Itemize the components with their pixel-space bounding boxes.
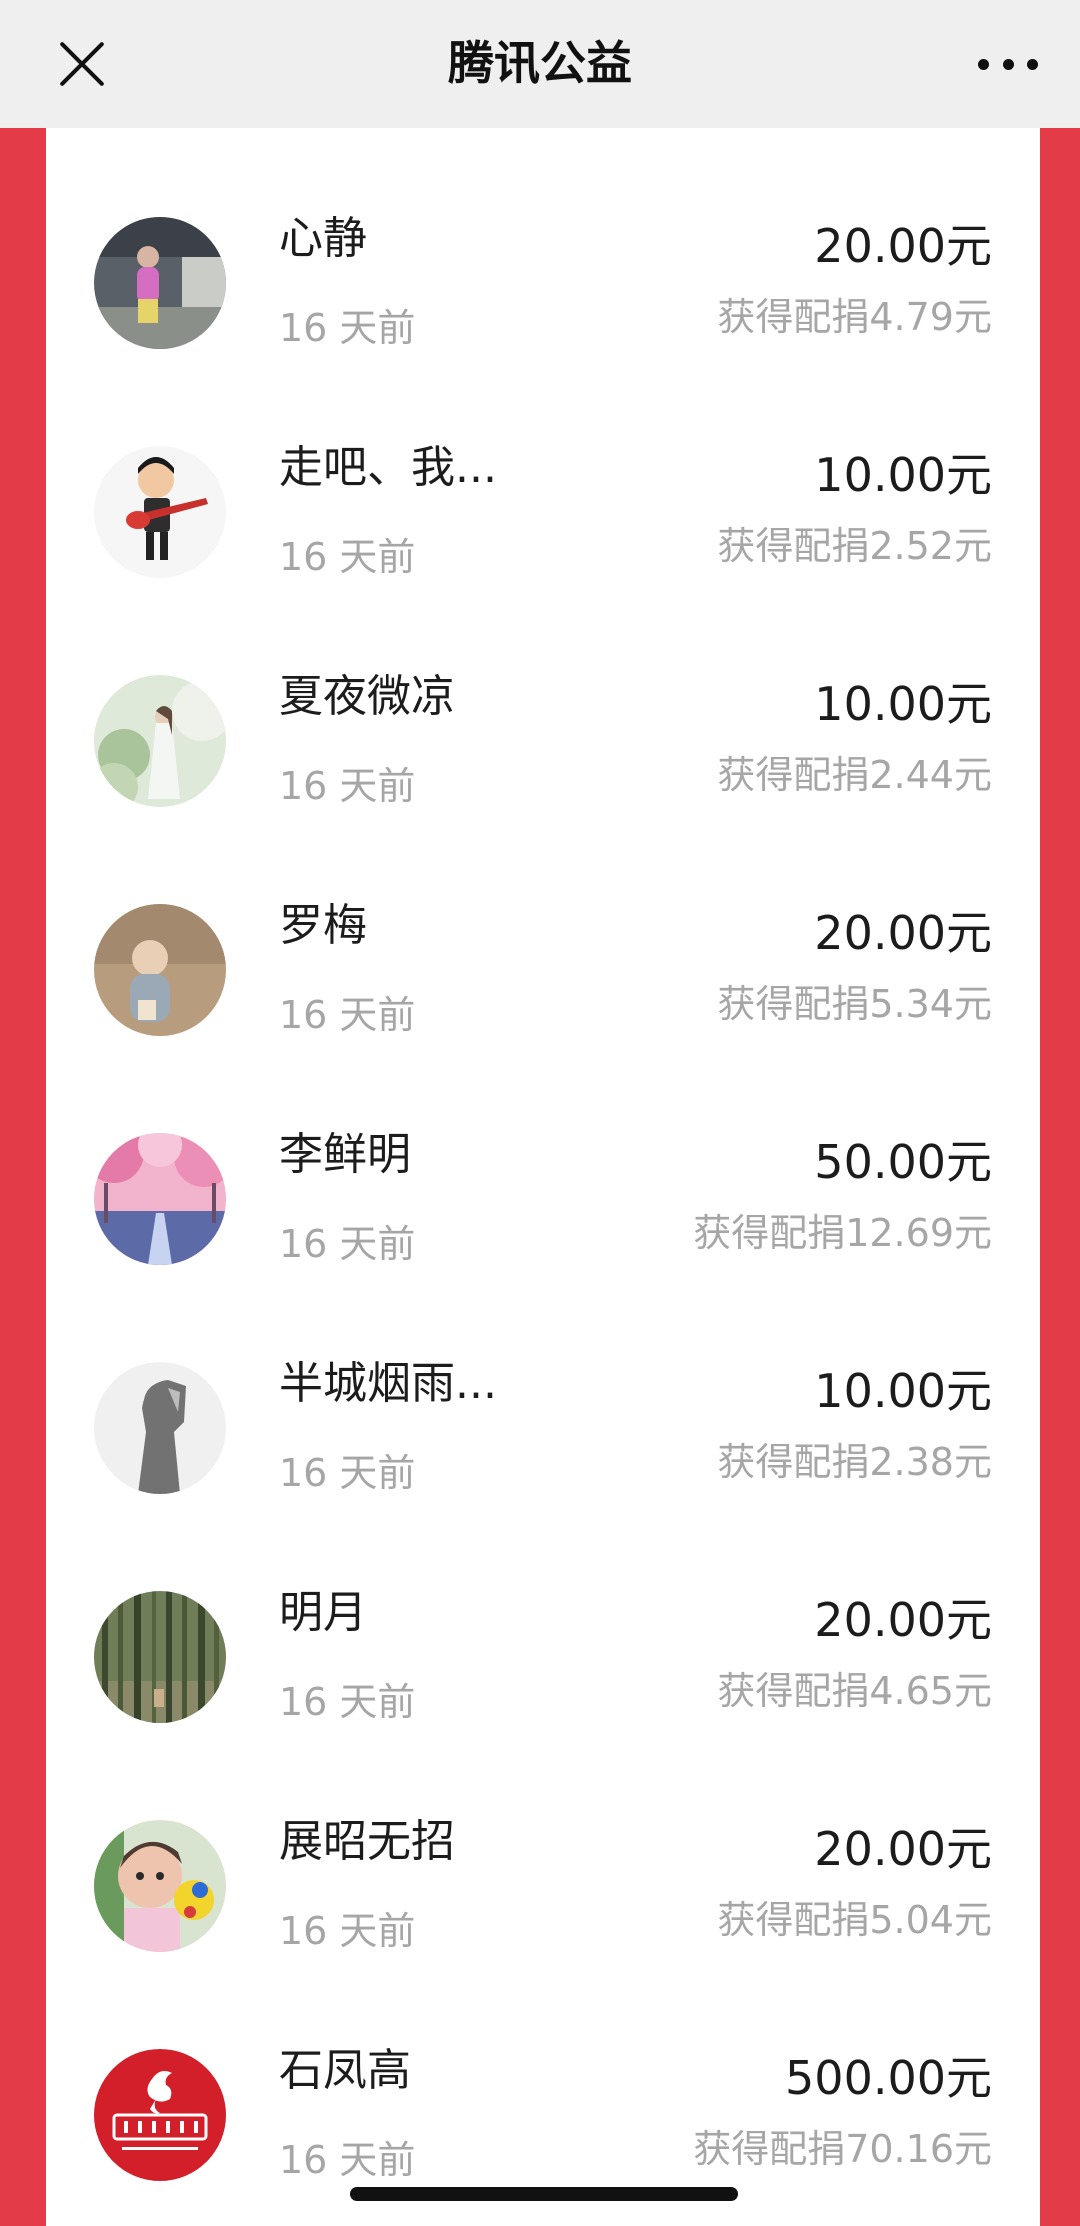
home-indicator[interactable] [350, 2187, 738, 2201]
dot-icon [1027, 58, 1038, 70]
donation-list: 心静 16 天前 20.00元 获得配捐4.79元 走吧、我... 16 天前 … [46, 128, 1040, 2226]
donation-amount: 500.00元 [785, 2051, 992, 2105]
donation-time: 16 天前 [279, 1680, 416, 1724]
donation-time: 16 天前 [279, 1451, 416, 1495]
donor-name: 走吧、我... [279, 442, 497, 493]
matched-amount: 获得配捐12.69元 [693, 1211, 992, 1255]
donation-amount: 20.00元 [814, 1822, 992, 1876]
avatar [94, 1362, 226, 1494]
list-item[interactable]: 石凤高 16 天前 500.00元 获得配捐70.16元 [46, 1960, 1040, 2189]
avatar [94, 1591, 226, 1723]
avatar [94, 1133, 226, 1265]
list-item[interactable]: 李鲜明 16 天前 50.00元 获得配捐12.69元 [46, 1044, 1040, 1273]
donation-amount: 10.00元 [814, 448, 992, 502]
donation-amount: 20.00元 [814, 906, 992, 960]
more-icon[interactable] [978, 52, 1038, 76]
donation-time: 16 天前 [279, 764, 416, 808]
donation-time: 16 天前 [279, 1909, 416, 1953]
donation-time: 16 天前 [279, 1222, 416, 1266]
matched-amount: 获得配捐2.44元 [717, 753, 992, 797]
matched-amount: 获得配捐2.38元 [717, 1440, 992, 1484]
donor-name: 夏夜微凉 [279, 671, 455, 722]
donor-name: 石凤高 [279, 2045, 411, 2096]
matched-amount: 获得配捐2.52元 [717, 524, 992, 568]
matched-amount: 获得配捐70.16元 [693, 2127, 992, 2171]
matched-amount: 获得配捐5.04元 [717, 1898, 992, 1942]
donation-amount: 20.00元 [814, 219, 992, 273]
matched-amount: 获得配捐4.65元 [717, 1669, 992, 1713]
matched-amount: 获得配捐4.79元 [717, 295, 992, 339]
donor-name: 李鲜明 [279, 1129, 411, 1180]
donation-time: 16 天前 [279, 2138, 416, 2182]
donation-amount: 20.00元 [814, 1593, 992, 1647]
title-bar: 腾讯公益 [0, 0, 1080, 128]
list-item[interactable]: 半城烟雨... 16 天前 10.00元 获得配捐2.38元 [46, 1273, 1040, 1502]
avatar [94, 1820, 226, 1952]
avatar [94, 446, 226, 578]
list-item[interactable]: 夏夜微凉 16 天前 10.00元 获得配捐2.44元 [46, 586, 1040, 815]
matched-amount: 获得配捐5.34元 [717, 982, 992, 1026]
list-item[interactable]: 走吧、我... 16 天前 10.00元 获得配捐2.52元 [46, 357, 1040, 586]
donor-name: 心静 [279, 213, 367, 264]
donation-amount: 10.00元 [814, 1364, 992, 1418]
list-item[interactable]: 明月 16 天前 20.00元 获得配捐4.65元 [46, 1502, 1040, 1731]
donation-amount: 50.00元 [814, 1135, 992, 1189]
donation-amount: 10.00元 [814, 677, 992, 731]
dot-icon [1002, 58, 1014, 70]
donor-name: 明月 [279, 1587, 367, 1638]
list-item[interactable]: 罗梅 16 天前 20.00元 获得配捐5.34元 [46, 815, 1040, 1044]
donor-name: 半城烟雨... [279, 1358, 497, 1409]
page-title: 腾讯公益 [448, 36, 632, 90]
avatar [94, 2049, 226, 2181]
avatar [94, 217, 226, 349]
donor-name: 罗梅 [279, 900, 367, 951]
avatar [94, 904, 226, 1036]
donor-name: 展昭无招 [279, 1816, 455, 1867]
donation-time: 16 天前 [279, 535, 416, 579]
dot-icon [978, 58, 989, 70]
donation-time: 16 天前 [279, 306, 416, 350]
list-item[interactable]: 展昭无招 16 天前 20.00元 获得配捐5.04元 [46, 1731, 1040, 1960]
list-item[interactable]: 心静 16 天前 20.00元 获得配捐4.79元 [46, 128, 1040, 357]
avatar [94, 675, 226, 807]
donation-time: 16 天前 [279, 993, 416, 1037]
